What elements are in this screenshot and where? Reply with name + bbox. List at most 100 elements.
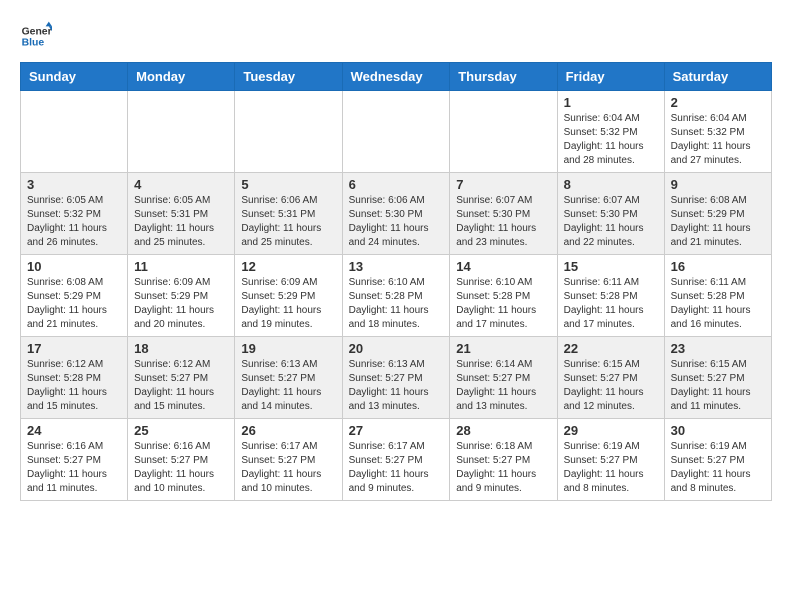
day-info: Sunrise: 6:16 AM Sunset: 5:27 PM Dayligh…: [27, 440, 121, 496]
day-number: 21: [456, 341, 550, 356]
calendar-day-cell: 1Sunrise: 6:04 AM Sunset: 5:32 PM Daylig…: [557, 91, 664, 173]
day-info: Sunrise: 6:13 AM Sunset: 5:27 PM Dayligh…: [241, 358, 335, 414]
calendar-day-cell: 11 Sunrise: 6:09 AM Sunset: 5:29 PM Dayli…: [128, 255, 235, 337]
calendar-day-cell: 17 Sunrise: 6:12 AM Sunset: 5:28 PM Dayli…: [21, 337, 128, 419]
day-info: Sunrise: 6:17 AM Sunset: 5:27 PM Dayligh…: [241, 440, 335, 496]
calendar-day-cell: 14 Sunrise: 6:10 AM Sunset: 5:28 PM Dayli…: [450, 255, 557, 337]
logo: General Blue: [20, 20, 52, 52]
svg-text:Blue: Blue: [22, 38, 45, 49]
calendar-day-cell: 9 Sunrise: 6:08 AM Sunset: 5:29 PM Daylig…: [664, 173, 771, 255]
day-number: 26: [241, 423, 335, 438]
calendar-day-cell: 27 Sunrise: 6:17 AM Sunset: 5:27 PM Dayli…: [342, 419, 450, 501]
day-info: Sunrise: 6:06 AM Sunset: 5:30 PM Dayligh…: [349, 194, 444, 250]
day-info: Sunrise: 6:10 AM Sunset: 5:28 PM Dayligh…: [456, 276, 550, 332]
day-number: 28: [456, 423, 550, 438]
day-number: 15: [564, 259, 658, 274]
calendar-day-cell: 15 Sunrise: 6:11 AM Sunset: 5:28 PM Dayli…: [557, 255, 664, 337]
calendar-day-cell: 28 Sunrise: 6:18 AM Sunset: 5:27 PM Dayli…: [450, 419, 557, 501]
day-number: 22: [564, 341, 658, 356]
day-number: 2: [671, 95, 765, 110]
calendar-day-cell: 23 Sunrise: 6:15 AM Sunset: 5:27 PM Dayli…: [664, 337, 771, 419]
calendar-day-cell: 13 Sunrise: 6:10 AM Sunset: 5:28 PM Dayli…: [342, 255, 450, 337]
day-number: 25: [134, 423, 228, 438]
day-number: 16: [671, 259, 765, 274]
day-number: 10: [27, 259, 121, 274]
calendar-week-row: 17 Sunrise: 6:12 AM Sunset: 5:28 PM Dayli…: [21, 337, 772, 419]
calendar-week-row: 24 Sunrise: 6:16 AM Sunset: 5:27 PM Dayli…: [21, 419, 772, 501]
calendar-week-row: 3Sunrise: 6:05 AM Sunset: 5:32 PM Daylig…: [21, 173, 772, 255]
day-number: 9: [671, 177, 765, 192]
calendar-day-cell: 30Sunrise: 6:19 AM Sunset: 5:27 PM Dayli…: [664, 419, 771, 501]
calendar-day-cell: [235, 91, 342, 173]
weekday-header: Tuesday: [235, 63, 342, 91]
day-info: Sunrise: 6:19 AM Sunset: 5:27 PM Dayligh…: [671, 440, 765, 496]
calendar-day-cell: 5Sunrise: 6:06 AM Sunset: 5:31 PM Daylig…: [235, 173, 342, 255]
day-info: Sunrise: 6:14 AM Sunset: 5:27 PM Dayligh…: [456, 358, 550, 414]
calendar-day-cell: [128, 91, 235, 173]
calendar-week-row: 10Sunrise: 6:08 AM Sunset: 5:29 PM Dayli…: [21, 255, 772, 337]
day-info: Sunrise: 6:18 AM Sunset: 5:27 PM Dayligh…: [456, 440, 550, 496]
day-number: 5: [241, 177, 335, 192]
calendar-day-cell: 24 Sunrise: 6:16 AM Sunset: 5:27 PM Dayli…: [21, 419, 128, 501]
day-number: 24: [27, 423, 121, 438]
calendar-day-cell: 29 Sunrise: 6:19 AM Sunset: 5:27 PM Dayli…: [557, 419, 664, 501]
day-number: 11: [134, 259, 228, 274]
day-info: Sunrise: 6:17 AM Sunset: 5:27 PM Dayligh…: [349, 440, 444, 496]
weekday-header: Monday: [128, 63, 235, 91]
weekday-header: Wednesday: [342, 63, 450, 91]
calendar-day-cell: 18 Sunrise: 6:12 AM Sunset: 5:27 PM Dayli…: [128, 337, 235, 419]
day-number: 1: [564, 95, 658, 110]
calendar-day-cell: 22 Sunrise: 6:15 AM Sunset: 5:27 PM Dayli…: [557, 337, 664, 419]
calendar-day-cell: 19 Sunrise: 6:13 AM Sunset: 5:27 PM Dayli…: [235, 337, 342, 419]
calendar-day-cell: 8 Sunrise: 6:07 AM Sunset: 5:30 PM Daylig…: [557, 173, 664, 255]
day-info: Sunrise: 6:07 AM Sunset: 5:30 PM Dayligh…: [564, 194, 658, 250]
day-number: 19: [241, 341, 335, 356]
day-info: Sunrise: 6:15 AM Sunset: 5:27 PM Dayligh…: [564, 358, 658, 414]
day-info: Sunrise: 6:12 AM Sunset: 5:27 PM Dayligh…: [134, 358, 228, 414]
calendar-day-cell: 2 Sunrise: 6:04 AM Sunset: 5:32 PM Daylig…: [664, 91, 771, 173]
day-info: Sunrise: 6:13 AM Sunset: 5:27 PM Dayligh…: [349, 358, 444, 414]
day-number: 27: [349, 423, 444, 438]
calendar-day-cell: 3Sunrise: 6:05 AM Sunset: 5:32 PM Daylig…: [21, 173, 128, 255]
calendar-day-cell: 12 Sunrise: 6:09 AM Sunset: 5:29 PM Dayli…: [235, 255, 342, 337]
day-number: 12: [241, 259, 335, 274]
day-info: Sunrise: 6:10 AM Sunset: 5:28 PM Dayligh…: [349, 276, 444, 332]
day-number: 14: [456, 259, 550, 274]
calendar-day-cell: 26 Sunrise: 6:17 AM Sunset: 5:27 PM Dayli…: [235, 419, 342, 501]
day-info: Sunrise: 6:09 AM Sunset: 5:29 PM Dayligh…: [134, 276, 228, 332]
day-number: 7: [456, 177, 550, 192]
day-number: 6: [349, 177, 444, 192]
calendar-day-cell: 4Sunrise: 6:05 AM Sunset: 5:31 PM Daylig…: [128, 173, 235, 255]
calendar-day-cell: [342, 91, 450, 173]
calendar-day-cell: 10Sunrise: 6:08 AM Sunset: 5:29 PM Dayli…: [21, 255, 128, 337]
day-number: 23: [671, 341, 765, 356]
day-info: Sunrise: 6:05 AM Sunset: 5:31 PM Dayligh…: [134, 194, 228, 250]
day-number: 8: [564, 177, 658, 192]
day-info: Sunrise: 6:11 AM Sunset: 5:28 PM Dayligh…: [564, 276, 658, 332]
day-info: Sunrise: 6:09 AM Sunset: 5:29 PM Dayligh…: [241, 276, 335, 332]
day-info: Sunrise: 6:15 AM Sunset: 5:27 PM Dayligh…: [671, 358, 765, 414]
day-info: Sunrise: 6:04 AM Sunset: 5:32 PM Dayligh…: [671, 112, 765, 168]
weekday-header: Friday: [557, 63, 664, 91]
calendar-day-cell: [450, 91, 557, 173]
calendar-day-cell: 21 Sunrise: 6:14 AM Sunset: 5:27 PM Dayli…: [450, 337, 557, 419]
svg-text:General: General: [22, 26, 52, 37]
calendar-day-cell: 7Sunrise: 6:07 AM Sunset: 5:30 PM Daylig…: [450, 173, 557, 255]
weekday-header-row: SundayMondayTuesdayWednesdayThursdayFrid…: [21, 63, 772, 91]
day-number: 20: [349, 341, 444, 356]
calendar-table: SundayMondayTuesdayWednesdayThursdayFrid…: [20, 62, 772, 501]
calendar-day-cell: 6 Sunrise: 6:06 AM Sunset: 5:30 PM Daylig…: [342, 173, 450, 255]
day-info: Sunrise: 6:11 AM Sunset: 5:28 PM Dayligh…: [671, 276, 765, 332]
logo-icon: General Blue: [20, 20, 52, 52]
day-info: Sunrise: 6:12 AM Sunset: 5:28 PM Dayligh…: [27, 358, 121, 414]
day-number: 13: [349, 259, 444, 274]
day-number: 3: [27, 177, 121, 192]
day-info: Sunrise: 6:19 AM Sunset: 5:27 PM Dayligh…: [564, 440, 658, 496]
calendar-day-cell: 20 Sunrise: 6:13 AM Sunset: 5:27 PM Dayli…: [342, 337, 450, 419]
weekday-header: Thursday: [450, 63, 557, 91]
calendar-day-cell: [21, 91, 128, 173]
day-number: 18: [134, 341, 228, 356]
day-number: 17: [27, 341, 121, 356]
day-number: 29: [564, 423, 658, 438]
day-info: Sunrise: 6:08 AM Sunset: 5:29 PM Dayligh…: [671, 194, 765, 250]
